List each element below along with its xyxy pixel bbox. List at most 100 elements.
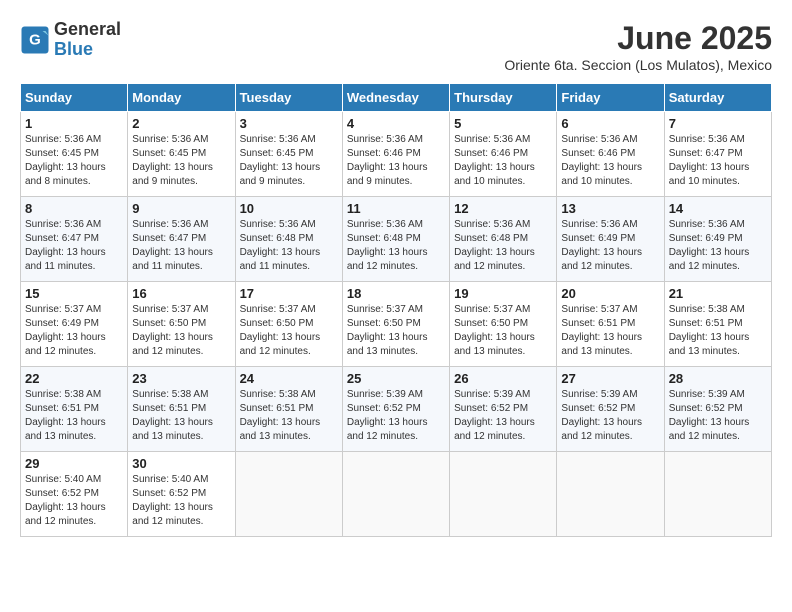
table-row: 23 Sunrise: 5:38 AM Sunset: 6:51 PM Dayl… <box>128 367 235 452</box>
table-row: 3 Sunrise: 5:36 AM Sunset: 6:45 PM Dayli… <box>235 112 342 197</box>
table-row: 19 Sunrise: 5:37 AM Sunset: 6:50 PM Dayl… <box>450 282 557 367</box>
col-thursday: Thursday <box>450 84 557 112</box>
calendar-row: 8 Sunrise: 5:36 AM Sunset: 6:47 PM Dayli… <box>21 197 772 282</box>
day-number: 1 <box>25 116 123 131</box>
col-monday: Monday <box>128 84 235 112</box>
day-number: 18 <box>347 286 445 301</box>
day-info: Sunrise: 5:39 AM Sunset: 6:52 PM Dayligh… <box>561 388 659 444</box>
table-row: 12 Sunrise: 5:36 AM Sunset: 6:48 PM Dayl… <box>450 197 557 282</box>
table-row <box>450 452 557 537</box>
table-row: 30 Sunrise: 5:40 AM Sunset: 6:52 PM Dayl… <box>128 452 235 537</box>
day-info: Sunrise: 5:36 AM Sunset: 6:49 PM Dayligh… <box>669 218 767 274</box>
col-saturday: Saturday <box>664 84 771 112</box>
table-row <box>235 452 342 537</box>
calendar-table: Sunday Monday Tuesday Wednesday Thursday… <box>20 83 772 537</box>
day-number: 20 <box>561 286 659 301</box>
day-info: Sunrise: 5:36 AM Sunset: 6:45 PM Dayligh… <box>132 133 230 189</box>
logo: G General Blue <box>20 20 121 60</box>
day-number: 13 <box>561 201 659 216</box>
day-info: Sunrise: 5:39 AM Sunset: 6:52 PM Dayligh… <box>669 388 767 444</box>
table-row: 26 Sunrise: 5:39 AM Sunset: 6:52 PM Dayl… <box>450 367 557 452</box>
calendar-row: 29 Sunrise: 5:40 AM Sunset: 6:52 PM Dayl… <box>21 452 772 537</box>
col-friday: Friday <box>557 84 664 112</box>
day-number: 2 <box>132 116 230 131</box>
calendar-row: 22 Sunrise: 5:38 AM Sunset: 6:51 PM Dayl… <box>21 367 772 452</box>
table-row <box>557 452 664 537</box>
day-info: Sunrise: 5:36 AM Sunset: 6:48 PM Dayligh… <box>347 218 445 274</box>
day-info: Sunrise: 5:37 AM Sunset: 6:51 PM Dayligh… <box>561 303 659 359</box>
day-number: 12 <box>454 201 552 216</box>
day-info: Sunrise: 5:38 AM Sunset: 6:51 PM Dayligh… <box>669 303 767 359</box>
table-row: 27 Sunrise: 5:39 AM Sunset: 6:52 PM Dayl… <box>557 367 664 452</box>
day-info: Sunrise: 5:39 AM Sunset: 6:52 PM Dayligh… <box>347 388 445 444</box>
day-number: 16 <box>132 286 230 301</box>
day-number: 26 <box>454 371 552 386</box>
logo-general: General <box>54 20 121 40</box>
day-number: 23 <box>132 371 230 386</box>
col-tuesday: Tuesday <box>235 84 342 112</box>
table-row: 13 Sunrise: 5:36 AM Sunset: 6:49 PM Dayl… <box>557 197 664 282</box>
day-info: Sunrise: 5:37 AM Sunset: 6:50 PM Dayligh… <box>240 303 338 359</box>
day-number: 22 <box>25 371 123 386</box>
day-number: 29 <box>25 456 123 471</box>
day-number: 4 <box>347 116 445 131</box>
table-row <box>342 452 449 537</box>
day-number: 19 <box>454 286 552 301</box>
day-number: 14 <box>669 201 767 216</box>
day-number: 8 <box>25 201 123 216</box>
day-info: Sunrise: 5:36 AM Sunset: 6:48 PM Dayligh… <box>240 218 338 274</box>
day-number: 30 <box>132 456 230 471</box>
table-row: 2 Sunrise: 5:36 AM Sunset: 6:45 PM Dayli… <box>128 112 235 197</box>
day-info: Sunrise: 5:36 AM Sunset: 6:47 PM Dayligh… <box>669 133 767 189</box>
table-row: 8 Sunrise: 5:36 AM Sunset: 6:47 PM Dayli… <box>21 197 128 282</box>
table-row: 21 Sunrise: 5:38 AM Sunset: 6:51 PM Dayl… <box>664 282 771 367</box>
day-number: 15 <box>25 286 123 301</box>
day-number: 5 <box>454 116 552 131</box>
day-number: 27 <box>561 371 659 386</box>
day-number: 24 <box>240 371 338 386</box>
day-number: 6 <box>561 116 659 131</box>
title-area: June 2025 Oriente 6ta. Seccion (Los Mula… <box>504 20 772 73</box>
day-info: Sunrise: 5:37 AM Sunset: 6:49 PM Dayligh… <box>25 303 123 359</box>
day-info: Sunrise: 5:36 AM Sunset: 6:46 PM Dayligh… <box>561 133 659 189</box>
table-row: 15 Sunrise: 5:37 AM Sunset: 6:49 PM Dayl… <box>21 282 128 367</box>
table-row <box>664 452 771 537</box>
day-info: Sunrise: 5:37 AM Sunset: 6:50 PM Dayligh… <box>454 303 552 359</box>
day-info: Sunrise: 5:38 AM Sunset: 6:51 PM Dayligh… <box>240 388 338 444</box>
table-row: 25 Sunrise: 5:39 AM Sunset: 6:52 PM Dayl… <box>342 367 449 452</box>
day-info: Sunrise: 5:36 AM Sunset: 6:45 PM Dayligh… <box>25 133 123 189</box>
day-info: Sunrise: 5:36 AM Sunset: 6:45 PM Dayligh… <box>240 133 338 189</box>
day-info: Sunrise: 5:37 AM Sunset: 6:50 PM Dayligh… <box>132 303 230 359</box>
day-info: Sunrise: 5:38 AM Sunset: 6:51 PM Dayligh… <box>25 388 123 444</box>
month-title: June 2025 <box>504 20 772 57</box>
page-header: G General Blue June 2025 Oriente 6ta. Se… <box>20 20 772 73</box>
table-row: 17 Sunrise: 5:37 AM Sunset: 6:50 PM Dayl… <box>235 282 342 367</box>
day-number: 9 <box>132 201 230 216</box>
table-row: 4 Sunrise: 5:36 AM Sunset: 6:46 PM Dayli… <box>342 112 449 197</box>
calendar-header-row: Sunday Monday Tuesday Wednesday Thursday… <box>21 84 772 112</box>
day-number: 7 <box>669 116 767 131</box>
day-number: 17 <box>240 286 338 301</box>
col-wednesday: Wednesday <box>342 84 449 112</box>
table-row: 11 Sunrise: 5:36 AM Sunset: 6:48 PM Dayl… <box>342 197 449 282</box>
day-info: Sunrise: 5:36 AM Sunset: 6:46 PM Dayligh… <box>347 133 445 189</box>
day-number: 11 <box>347 201 445 216</box>
day-info: Sunrise: 5:37 AM Sunset: 6:50 PM Dayligh… <box>347 303 445 359</box>
day-number: 3 <box>240 116 338 131</box>
table-row: 10 Sunrise: 5:36 AM Sunset: 6:48 PM Dayl… <box>235 197 342 282</box>
day-info: Sunrise: 5:36 AM Sunset: 6:48 PM Dayligh… <box>454 218 552 274</box>
logo-icon: G <box>20 25 50 55</box>
calendar-row: 1 Sunrise: 5:36 AM Sunset: 6:45 PM Dayli… <box>21 112 772 197</box>
day-info: Sunrise: 5:39 AM Sunset: 6:52 PM Dayligh… <box>454 388 552 444</box>
calendar-row: 15 Sunrise: 5:37 AM Sunset: 6:49 PM Dayl… <box>21 282 772 367</box>
day-info: Sunrise: 5:36 AM Sunset: 6:49 PM Dayligh… <box>561 218 659 274</box>
col-sunday: Sunday <box>21 84 128 112</box>
table-row: 20 Sunrise: 5:37 AM Sunset: 6:51 PM Dayl… <box>557 282 664 367</box>
day-info: Sunrise: 5:40 AM Sunset: 6:52 PM Dayligh… <box>132 473 230 529</box>
day-info: Sunrise: 5:36 AM Sunset: 6:47 PM Dayligh… <box>132 218 230 274</box>
table-row: 7 Sunrise: 5:36 AM Sunset: 6:47 PM Dayli… <box>664 112 771 197</box>
day-number: 25 <box>347 371 445 386</box>
table-row: 16 Sunrise: 5:37 AM Sunset: 6:50 PM Dayl… <box>128 282 235 367</box>
day-number: 10 <box>240 201 338 216</box>
table-row: 29 Sunrise: 5:40 AM Sunset: 6:52 PM Dayl… <box>21 452 128 537</box>
